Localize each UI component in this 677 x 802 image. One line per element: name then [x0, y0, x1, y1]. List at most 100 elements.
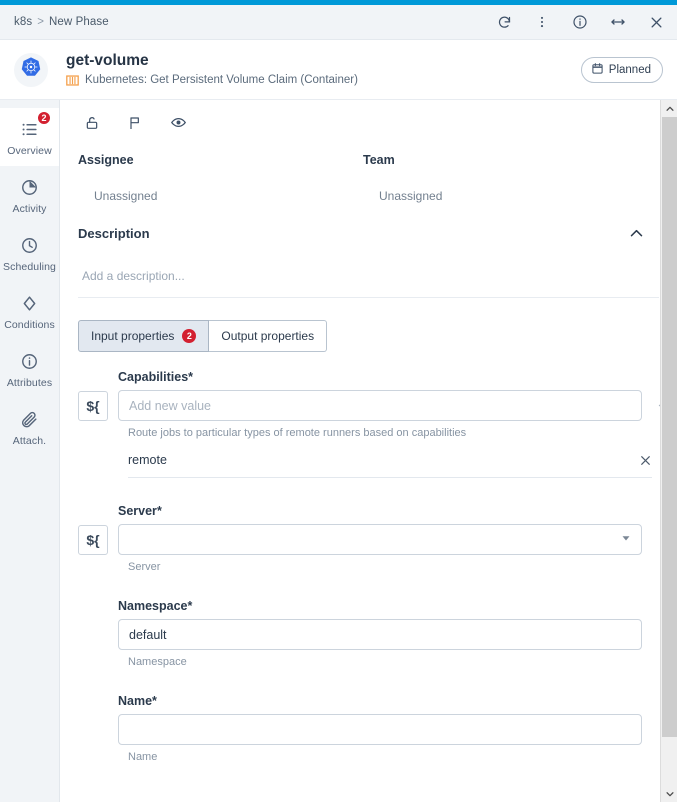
sidebar-item-overview[interactable]: 2 Overview: [0, 108, 59, 166]
sidebar-item-label: Attach.: [12, 435, 47, 447]
clock-icon: [20, 234, 39, 256]
server-variable-button[interactable]: ${: [78, 524, 108, 555]
status-badge[interactable]: Planned: [580, 56, 663, 83]
calendar-icon: [591, 62, 604, 78]
team-value[interactable]: Unassigned: [363, 189, 648, 203]
field-capabilities: Capabilities* ${ Route jobs to partic: [78, 370, 677, 478]
server-hint: Server: [128, 561, 161, 573]
titlebar-actions: [495, 13, 665, 31]
server-select-wrap[interactable]: [118, 524, 642, 555]
main-content: Assignee Unassigned Team Unassigned Desc…: [60, 100, 677, 802]
sidebar-badge-overview: 2: [37, 111, 51, 125]
tab-label: Output properties: [221, 329, 315, 343]
avatar: [14, 52, 48, 87]
flag-icon[interactable]: [127, 115, 143, 131]
more-vertical-icon[interactable]: [533, 13, 551, 31]
eye-icon[interactable]: [170, 114, 187, 131]
body: 2 Overview Activity Scheduling Condition…: [0, 100, 677, 802]
refresh-icon[interactable]: [495, 13, 513, 31]
capabilities-label-text: Capabilities: [118, 370, 189, 384]
team-block: Team Unassigned: [363, 153, 648, 203]
namespace-control: [78, 619, 677, 650]
entity-header: get-volume Kubernetes: Get Persistent Vo…: [0, 40, 677, 100]
close-icon[interactable]: [647, 13, 665, 31]
name-input[interactable]: [118, 714, 642, 745]
breadcrumb-separator: >: [37, 16, 45, 28]
pie-chart-icon: [20, 176, 39, 198]
window-titlebar: k8s > New Phase: [0, 5, 677, 40]
name-hint: Name: [128, 751, 158, 763]
tab-input-properties[interactable]: Input properties 2: [78, 320, 210, 352]
capabilities-label: Capabilities*: [118, 370, 677, 384]
info-circle-icon: [20, 350, 39, 372]
input-properties-form: Capabilities* ${ Route jobs to partic: [60, 352, 677, 763]
namespace-label-text: Namespace: [118, 599, 188, 613]
tab-badge: 2: [182, 329, 197, 343]
vertical-scrollbar[interactable]: [660, 100, 677, 802]
required-marker: *: [152, 694, 157, 708]
expand-horizontal-icon[interactable]: [609, 13, 627, 31]
item-toolbar: [60, 100, 677, 131]
capabilities-variable-button[interactable]: ${: [78, 390, 108, 421]
field-name: Name* Name: [78, 694, 677, 763]
required-marker: *: [188, 370, 194, 384]
sidebar-item-label: Activity: [12, 203, 47, 215]
entity-text: get-volume Kubernetes: Get Persistent Vo…: [66, 52, 358, 87]
diamond-icon: [20, 292, 39, 314]
namespace-hint: Namespace: [128, 656, 187, 668]
capabilities-input[interactable]: [118, 390, 642, 421]
entity-subtitle: Kubernetes: Get Persistent Volume Claim …: [66, 74, 358, 87]
assignee-block: Assignee Unassigned: [78, 153, 363, 203]
breadcrumb[interactable]: k8s > New Phase: [14, 16, 109, 28]
sidebar-item-scheduling[interactable]: Scheduling: [0, 224, 59, 282]
description-title: Description: [78, 226, 150, 241]
server-select[interactable]: [118, 524, 642, 555]
server-control: ${: [78, 524, 677, 555]
properties-tabs: Input properties 2 Output properties: [78, 320, 677, 352]
server-label-text: Server: [118, 504, 157, 518]
sidebar-item-label: Overview: [7, 145, 52, 157]
form-spacer: [78, 676, 677, 694]
breadcrumb-current[interactable]: New Phase: [49, 16, 109, 28]
page-title: get-volume: [66, 52, 149, 70]
close-icon[interactable]: [639, 454, 652, 467]
sidebar-item-conditions[interactable]: Conditions: [0, 282, 59, 340]
sidebar-item-attachments[interactable]: Attach.: [0, 398, 59, 456]
sidebar: 2 Overview Activity Scheduling Condition…: [0, 100, 60, 802]
description-input[interactable]: Add a description...: [78, 269, 659, 283]
lock-open-icon[interactable]: [84, 115, 100, 131]
scrollbar-thumb[interactable]: [662, 117, 677, 737]
name-label-text: Name: [118, 694, 153, 708]
sidebar-item-activity[interactable]: Activity: [0, 166, 59, 224]
main-inner: Assignee Unassigned Team Unassigned Desc…: [60, 100, 677, 763]
tab-output-properties[interactable]: Output properties: [209, 320, 328, 352]
sidebar-item-label: Conditions: [4, 319, 55, 331]
scroll-up-button[interactable]: [661, 100, 677, 117]
assignee-label: Assignee: [78, 153, 134, 167]
capabilities-control: ${: [78, 390, 677, 421]
required-marker: *: [187, 599, 193, 613]
field-namespace: Namespace* Namespace: [78, 599, 677, 668]
people-row: Assignee Unassigned Team Unassigned: [60, 131, 677, 203]
sidebar-item-label: Scheduling: [3, 261, 56, 273]
chip-label: remote: [128, 453, 167, 467]
scroll-down-button[interactable]: [661, 785, 677, 802]
sidebar-item-attributes[interactable]: Attributes: [0, 340, 59, 398]
name-label: Name*: [118, 694, 677, 708]
form-spacer: [78, 581, 677, 599]
server-label: Server*: [118, 504, 677, 518]
info-icon[interactable]: [571, 13, 589, 31]
assignee-value[interactable]: Unassigned: [78, 189, 363, 203]
namespace-input[interactable]: [118, 619, 642, 650]
paperclip-icon: [20, 408, 39, 430]
breadcrumb-root[interactable]: k8s: [14, 16, 32, 28]
list-icon: 2: [20, 111, 51, 140]
kubernetes-logo-icon: [20, 56, 42, 83]
description-section: Description Add a description...: [78, 225, 659, 298]
form-spacer: [78, 486, 677, 504]
application-window: k8s > New Phase get-volume Kubernetes: G…: [0, 0, 677, 802]
required-marker: *: [156, 504, 162, 518]
team-label: Team: [363, 153, 395, 167]
chevron-up-icon[interactable]: [628, 225, 659, 242]
description-header[interactable]: Description: [78, 225, 659, 242]
